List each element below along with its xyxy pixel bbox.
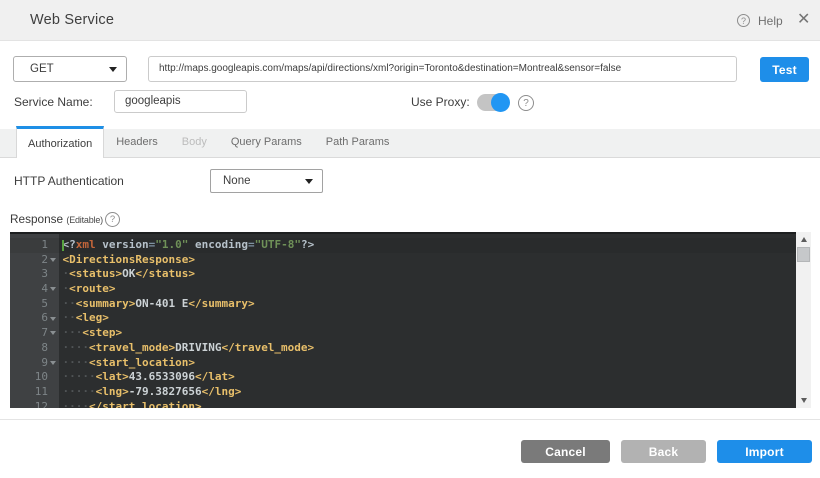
import-button[interactable]: Import — [717, 440, 812, 463]
http-auth-select-value: None — [223, 175, 251, 187]
page-title: Web Service — [30, 12, 114, 28]
use-proxy-toggle[interactable] — [477, 94, 508, 111]
response-editable-label: (Editable) — [66, 215, 103, 225]
code-line-6: 6··<leg> — [10, 311, 796, 326]
tab-authorization[interactable]: Authorization — [16, 126, 104, 158]
method-select-value: GET — [30, 63, 54, 75]
scroll-down-icon[interactable] — [796, 393, 811, 408]
help-icon[interactable]: ? — [737, 14, 750, 27]
code-line-5: 5··<summary>ON-401 E</summary> — [10, 297, 796, 312]
code-line-10: 10·····<lat>43.6533096</lat> — [10, 370, 796, 385]
cancel-button[interactable]: Cancel — [521, 440, 610, 463]
toggle-knob — [491, 93, 510, 112]
code-line-8: 8····<travel_mode>DRIVING</travel_mode> — [10, 341, 796, 356]
text-caret — [62, 240, 64, 252]
tab-query-params[interactable]: Query Params — [219, 126, 314, 158]
http-auth-select[interactable]: None — [210, 169, 323, 193]
http-auth-label: HTTP Authentication — [14, 174, 124, 188]
chevron-down-icon — [109, 67, 117, 72]
service-name-label: Service Name: — [14, 95, 93, 109]
url-input[interactable]: http://maps.googleapis.com/maps/api/dire… — [148, 56, 737, 82]
footer: Cancel Back Import — [0, 440, 820, 463]
code-line-1: 1<?xml version="1.0" encoding="UTF-8"?> — [10, 238, 796, 253]
code-line-7: 7···<step> — [10, 326, 796, 341]
response-label: Response (Editable) — [10, 212, 103, 226]
test-button[interactable]: Test — [760, 57, 809, 82]
fold-arrow-icon[interactable] — [50, 361, 56, 365]
service-name-input[interactable]: googleapis — [114, 90, 247, 113]
use-proxy-label: Use Proxy: — [411, 95, 470, 109]
fold-arrow-icon[interactable] — [50, 331, 56, 335]
dialog-header — [0, 0, 820, 41]
chevron-down-icon — [305, 179, 313, 184]
code-line-4: 4·<route> — [10, 282, 796, 297]
code-editor[interactable]: 1<?xml version="1.0" encoding="UTF-8"?>2… — [10, 232, 796, 408]
code-line-12: 12····</start_location> — [10, 400, 796, 408]
fold-arrow-icon[interactable] — [50, 287, 56, 291]
code-line-9: 9····<start_location> — [10, 356, 796, 371]
code-line-2: 2<DirectionsResponse> — [10, 253, 796, 268]
fold-arrow-icon[interactable] — [50, 317, 56, 321]
fold-arrow-icon[interactable] — [50, 258, 56, 262]
scrollbar-thumb[interactable] — [797, 247, 810, 262]
proxy-help-icon[interactable]: ? — [518, 95, 534, 111]
tab-path-params[interactable]: Path Params — [314, 126, 402, 158]
response-help-icon[interactable]: ? — [105, 212, 120, 227]
help-label[interactable]: Help — [758, 14, 783, 28]
method-select[interactable]: GET — [13, 56, 127, 82]
code-line-3: 3·<status>OK</status> — [10, 267, 796, 282]
tab-body[interactable]: Body — [170, 126, 219, 158]
footer-divider — [0, 419, 820, 420]
scroll-up-icon[interactable] — [796, 232, 811, 247]
tabs: AuthorizationHeadersBodyQuery ParamsPath… — [0, 126, 401, 158]
code-line-11: 11·····<lng>-79.3827656</lng> — [10, 385, 796, 400]
close-icon[interactable]: ✕ — [797, 11, 810, 29]
back-button[interactable]: Back — [621, 440, 706, 463]
tab-headers[interactable]: Headers — [104, 126, 170, 158]
editor-scrollbar[interactable] — [796, 232, 811, 408]
